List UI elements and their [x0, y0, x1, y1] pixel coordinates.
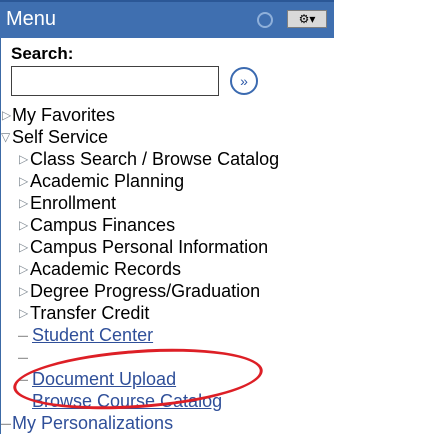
red-highlight-ellipse — [11, 341, 265, 417]
collapsed-triangle-icon[interactable]: ▷ — [19, 152, 28, 166]
dash-bullet: – — [1, 413, 12, 433]
menu-item-my-personalizations[interactable]: My Personalizations — [12, 412, 173, 434]
menu-item-transfer-credit[interactable]: Transfer Credit — [30, 302, 149, 324]
menu-item-degree-progress[interactable]: Degree Progress/Graduation — [30, 280, 260, 302]
menu-item-campus-personal-information[interactable]: Campus Personal Information — [30, 236, 268, 258]
dash-bullet: – — [18, 325, 29, 345]
search-label: Search: — [11, 44, 74, 63]
collapsed-triangle-icon[interactable]: ▷ — [19, 284, 28, 298]
search-go-button[interactable]: » — [230, 67, 258, 95]
menu-item-academic-planning[interactable]: Academic Planning — [30, 170, 184, 192]
collapsed-triangle-icon[interactable]: ▷ — [19, 262, 28, 276]
collapsed-triangle-icon[interactable]: ▷ — [19, 218, 28, 232]
menu-item-campus-finances[interactable]: Campus Finances — [30, 214, 175, 236]
menu-item-class-search[interactable]: Class Search / Browse Catalog — [30, 148, 345, 170]
panel-border — [0, 0, 1, 434]
collapsed-triangle-icon[interactable]: ▷ — [19, 196, 28, 210]
menu-options-button[interactable]: ⚙▾ — [287, 10, 327, 28]
expanded-triangle-icon[interactable]: ▽ — [1, 130, 10, 144]
collapsed-triangle-icon[interactable]: ▷ — [19, 306, 28, 320]
dash-bullet: – — [18, 347, 29, 367]
menu-item-academic-records[interactable]: Academic Records — [30, 258, 181, 280]
collapsed-triangle-icon[interactable]: ▷ — [2, 108, 11, 122]
refresh-circle-icon[interactable] — [257, 12, 273, 28]
menu-item-my-favorites[interactable]: My Favorites — [12, 104, 115, 126]
collapsed-triangle-icon[interactable]: ▷ — [19, 174, 28, 188]
menu-title: Menu — [6, 8, 57, 30]
collapsed-triangle-icon[interactable]: ▷ — [19, 240, 28, 254]
menu-link-student-center[interactable]: Student Center — [32, 324, 153, 346]
menu-item-self-service[interactable]: Self Service — [12, 126, 108, 148]
menu-header: Menu ⚙▾ — [0, 0, 334, 38]
menu-item-enrollment[interactable]: Enrollment — [30, 192, 116, 214]
search-input[interactable] — [11, 66, 219, 96]
